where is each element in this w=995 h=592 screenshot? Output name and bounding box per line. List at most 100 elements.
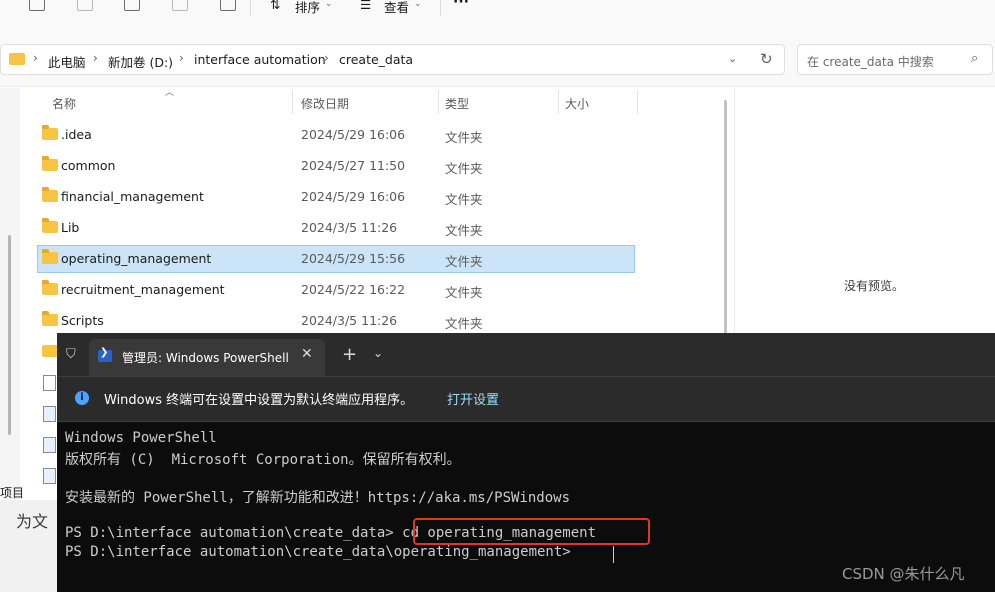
file-name: common (61, 158, 116, 173)
breadcrumb-this-pc[interactable]: 此电脑 (48, 52, 86, 71)
shield-icon: ⛉ (66, 347, 76, 362)
file-icon (43, 375, 56, 391)
copy-icon[interactable] (29, 0, 45, 11)
python-file-icon (43, 406, 56, 422)
column-divider[interactable] (637, 90, 638, 114)
toolbar-divider (250, 0, 251, 16)
file-type: 文件夹 (445, 161, 483, 176)
delete-icon[interactable] (220, 0, 236, 11)
file-name: .idea (61, 127, 92, 142)
search-input[interactable]: 在 create_data 中搜索 (807, 53, 934, 70)
chevron-right-icon: › (179, 51, 184, 65)
sort-label: 排序 (295, 0, 321, 15)
terminal-line: 版权所有 (C) Microsoft Corporation。保留所有权利。 (65, 452, 461, 468)
close-icon[interactable]: ✕ (301, 346, 313, 362)
refresh-icon[interactable]: ↻ (760, 50, 773, 68)
info-message: Windows 终端可在设置中设置为默认终端应用程序。 (104, 393, 414, 408)
terminal-line: Windows PowerShell (65, 430, 217, 446)
watermark: CSDN @朱什么凡 (842, 565, 965, 583)
file-type: 文件夹 (445, 254, 483, 269)
terminal-prompt[interactable]: PS D:\interface automation\create_data\o… (65, 544, 579, 560)
file-row-selected[interactable]: operating_management 2024/5/29 15:56 文件夹 (37, 245, 635, 273)
breadcrumb-drive[interactable]: 新加卷 (D:) (108, 52, 173, 71)
column-divider[interactable] (438, 90, 439, 114)
rename-icon[interactable] (124, 0, 140, 11)
column-divider[interactable] (292, 90, 293, 114)
tab-title: 管理员: Windows PowerShell (122, 351, 289, 365)
nav-scrollbar[interactable] (8, 235, 11, 435)
terminal-info-bar: i Windows 终端可在设置中设置为默认终端应用程序。 打开设置 (57, 376, 995, 422)
share-icon[interactable] (172, 0, 188, 11)
info-icon: i (75, 391, 89, 405)
preview-text: 没有预览。 (844, 279, 905, 293)
chevron-down-icon[interactable]: ⌄ (728, 52, 737, 65)
chevron-right-icon: › (93, 51, 98, 65)
sort-icon: ⇅ (270, 0, 281, 12)
column-header-type[interactable]: 类型 (445, 95, 469, 112)
file-row[interactable]: Scripts 2024/3/5 11:26 文件夹 (37, 307, 635, 335)
file-row[interactable]: .idea 2024/5/29 16:06 文件夹 (37, 121, 635, 149)
folder-icon (42, 156, 58, 171)
folder-icon (42, 187, 58, 202)
terminal-line: 安装最新的 PowerShell，了解新功能和改进！https://aka.ms… (65, 490, 571, 506)
file-row[interactable]: financial_management 2024/5/29 16:06 文件夹 (37, 183, 635, 211)
file-date: 2024/5/29 16:06 (301, 127, 406, 142)
background-text-fragment: 为文 (16, 512, 49, 531)
column-header-date[interactable]: 修改日期 (301, 95, 349, 112)
command-highlight-box (413, 518, 650, 545)
text-cursor (613, 546, 614, 563)
file-name: Lib (61, 220, 80, 235)
column-header-size[interactable]: 大小 (565, 95, 589, 112)
folder-icon (42, 311, 58, 326)
search-box[interactable]: 在 create_data 中搜索 ⌕ (797, 44, 993, 75)
open-settings-link[interactable]: 打开设置 (447, 389, 499, 408)
command-bar: ⇅ 排序 ⌄ ☰ 查看 ⌄ ··· (0, 0, 995, 38)
folder-icon (9, 53, 25, 65)
preview-pane: 没有预览。 (734, 88, 995, 333)
file-type: 文件夹 (445, 316, 483, 331)
file-name: Scripts (61, 313, 104, 328)
status-items-label: 项目 (0, 486, 25, 500)
file-type: 文件夹 (445, 192, 483, 207)
chevron-down-icon[interactable]: ⌄ (373, 346, 383, 360)
file-date: 2024/5/22 16:22 (301, 282, 406, 297)
file-row[interactable]: recruitment_management 2024/5/22 16:22 文… (37, 276, 635, 304)
folder-icon (42, 345, 58, 357)
view-label: 查看 (384, 0, 410, 15)
folder-icon (42, 249, 58, 264)
list-scrollbar[interactable] (722, 100, 730, 335)
file-date: 2024/5/29 16:06 (301, 189, 406, 204)
file-name: operating_management (61, 251, 212, 266)
view-icon: ☰ (360, 0, 372, 12)
file-row[interactable]: Lib 2024/3/5 11:26 文件夹 (37, 214, 635, 242)
python-file-icon (43, 437, 56, 453)
column-divider[interactable] (558, 90, 559, 114)
file-date: 2024/3/5 11:26 (301, 313, 398, 328)
file-date: 2024/5/29 15:56 (301, 251, 406, 266)
search-icon[interactable]: ⌕ (971, 51, 978, 66)
more-options-button[interactable]: ··· (453, 0, 469, 10)
folder-icon (42, 218, 58, 233)
file-date: 2024/3/5 11:26 (301, 220, 398, 235)
file-name: recruitment_management (61, 282, 225, 297)
file-type: 文件夹 (445, 285, 483, 300)
breadcrumb-create-data[interactable]: create_data (339, 52, 413, 67)
sort-up-icon: ︿ (165, 88, 175, 98)
chevron-right-icon: › (324, 51, 329, 65)
folder-icon (42, 125, 58, 140)
new-tab-button[interactable]: + (342, 344, 357, 365)
file-type: 文件夹 (445, 130, 483, 145)
powershell-icon: ❯ (98, 347, 112, 362)
breadcrumb-interface-automation[interactable]: interface automation (194, 52, 326, 67)
file-row[interactable]: common 2024/5/27 11:50 文件夹 (37, 152, 635, 180)
toolbar-divider (440, 0, 441, 16)
column-header-name[interactable]: 名称 (52, 95, 76, 112)
chevron-right-icon: › (33, 51, 38, 65)
folder-icon (42, 280, 58, 295)
chevron-down-icon: ⌄ (414, 0, 422, 9)
terminal-tab[interactable]: ❯ 管理员: Windows PowerShell ✕ (89, 339, 325, 376)
paste-icon[interactable] (77, 0, 93, 11)
file-date: 2024/5/27 11:50 (301, 158, 406, 173)
file-type: 文件夹 (445, 223, 483, 238)
file-name: financial_management (61, 189, 204, 204)
